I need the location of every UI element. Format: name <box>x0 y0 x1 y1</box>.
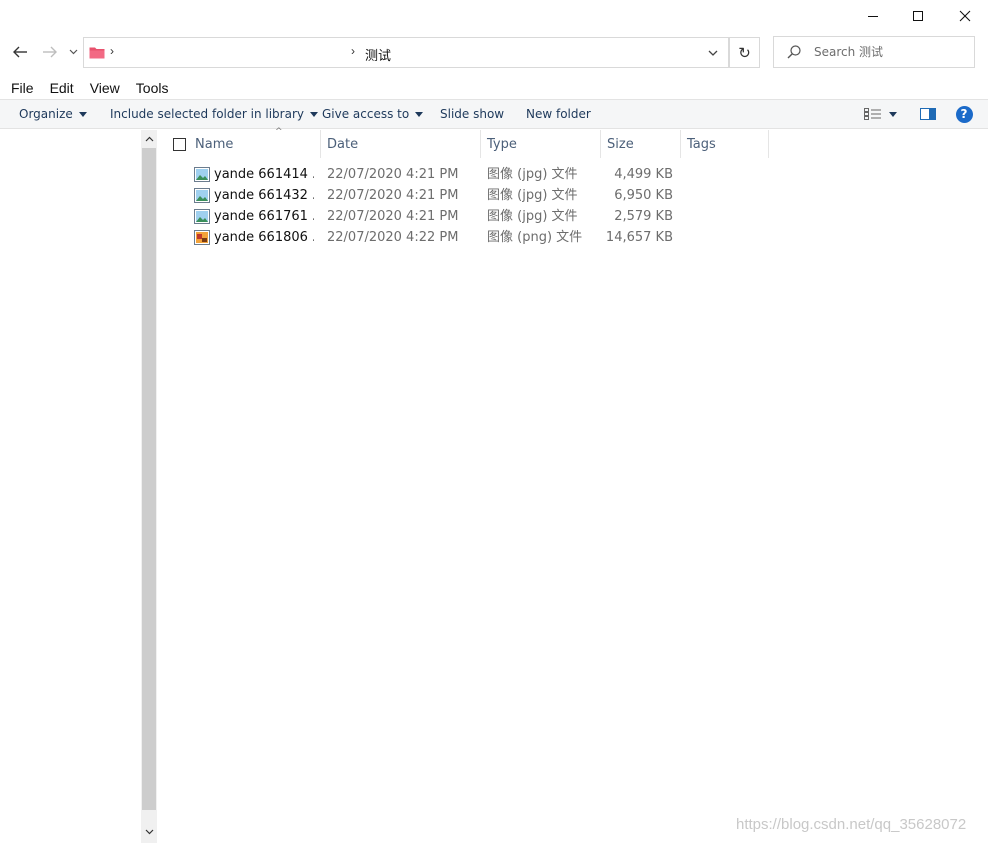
file-name: yande 661806 ... <box>214 230 314 245</box>
slide-show-label: Slide show <box>440 107 505 121</box>
jpg-image-icon <box>194 167 210 182</box>
organize-label: Organize <box>19 107 73 121</box>
preview-pane-icon <box>920 108 936 120</box>
jpg-image-icon <box>194 188 210 203</box>
address-bar[interactable]: › › 测试 <box>83 37 729 68</box>
column-type-label: Type <box>487 136 517 152</box>
minimize-button[interactable] <box>850 0 896 32</box>
breadcrumb-separator[interactable]: › <box>110 44 114 58</box>
slide-show-button[interactable]: Slide show <box>440 100 504 128</box>
caret-down-icon <box>78 111 87 117</box>
file-row[interactable]: yande 661806 ... 22/07/2020 4:22 PM 图像 (… <box>157 227 988 248</box>
minimize-icon <box>868 16 878 17</box>
help-button[interactable]: ? <box>955 100 973 128</box>
file-type: 图像 (jpg) 文件 <box>487 209 578 224</box>
file-name: yande 661414 ... <box>214 167 314 182</box>
forward-button[interactable] <box>38 40 62 64</box>
file-size: 14,657 KB <box>605 230 673 245</box>
breadcrumb-separator[interactable]: › <box>351 44 355 58</box>
column-tags[interactable]: Tags <box>681 130 769 158</box>
search-input[interactable] <box>814 43 964 61</box>
recent-locations-button[interactable] <box>66 40 80 64</box>
search-box[interactable] <box>773 36 975 68</box>
caret-down-icon <box>889 111 897 117</box>
file-row[interactable]: yande 661432 ... 22/07/2020 4:21 PM 图像 (… <box>157 185 988 206</box>
file-size: 2,579 KB <box>614 209 673 224</box>
arrow-left-icon <box>13 46 27 58</box>
navigation-scrollbar-thumb[interactable] <box>142 148 156 810</box>
chevron-up-icon <box>145 136 153 142</box>
file-type: 图像 (jpg) 文件 <box>487 167 578 182</box>
scroll-down-button[interactable] <box>141 823 157 841</box>
new-folder-label: New folder <box>526 107 591 121</box>
column-size[interactable]: Size <box>601 130 681 158</box>
preview-pane-button[interactable] <box>919 100 937 128</box>
menu-tools[interactable]: Tools <box>120 78 169 98</box>
chevron-down-icon <box>708 50 718 56</box>
caret-down-icon <box>415 111 424 117</box>
back-button[interactable] <box>8 40 32 64</box>
scroll-up-button[interactable] <box>141 130 157 148</box>
file-size: 6,950 KB <box>614 188 673 203</box>
menu-view[interactable]: View <box>74 78 120 98</box>
change-view-button[interactable] <box>864 100 897 128</box>
column-type[interactable]: Type <box>481 130 601 158</box>
give-access-label: Give access to <box>322 107 410 121</box>
column-date[interactable]: Date <box>321 130 481 158</box>
column-name-label: Name <box>195 136 234 152</box>
close-button[interactable] <box>942 0 988 32</box>
organize-button[interactable]: Organize <box>19 100 87 128</box>
file-rows: yande 661414 ... 22/07/2020 4:21 PM 图像 (… <box>157 164 988 248</box>
file-size: 4,499 KB <box>614 167 673 182</box>
maximize-button[interactable] <box>895 0 941 32</box>
address-history-button[interactable] <box>702 42 724 64</box>
file-date: 22/07/2020 4:21 PM <box>327 209 459 224</box>
column-size-label: Size <box>607 136 634 152</box>
folder-icon <box>89 47 105 59</box>
file-row[interactable]: yande 661761 ... 22/07/2020 4:21 PM 图像 (… <box>157 206 988 227</box>
menu-bar: File Edit View Tools <box>0 78 988 98</box>
refresh-button[interactable]: ↻ <box>729 37 760 68</box>
file-type: 图像 (jpg) 文件 <box>487 188 578 203</box>
file-row[interactable]: yande 661414 ... 22/07/2020 4:21 PM 图像 (… <box>157 164 988 185</box>
close-icon <box>959 10 971 22</box>
search-icon <box>787 45 801 59</box>
help-icon: ? <box>955 105 973 123</box>
watermark: https://blog.csdn.net/qq_35628072 <box>736 816 967 833</box>
menu-edit[interactable]: Edit <box>34 78 74 98</box>
details-view-icon <box>864 108 881 120</box>
file-date: 22/07/2020 4:22 PM <box>327 230 459 245</box>
select-all-checkbox[interactable] <box>173 138 186 151</box>
chevron-down-icon <box>145 829 153 835</box>
chevron-down-icon <box>69 49 77 55</box>
new-folder-button[interactable]: New folder <box>526 100 591 128</box>
include-in-library-button[interactable]: Include selected folder in library <box>110 100 318 128</box>
column-name[interactable]: ^ Name <box>189 127 321 158</box>
file-date: 22/07/2020 4:21 PM <box>327 167 459 182</box>
file-name: yande 661432 ... <box>214 188 314 203</box>
column-tags-label: Tags <box>687 136 716 152</box>
file-name: yande 661761 ... <box>214 209 314 224</box>
include-label: Include selected folder in library <box>110 107 304 121</box>
png-image-icon <box>194 230 210 245</box>
file-list: ^ Name Date Type Size Tags yande 661414 … <box>157 127 988 843</box>
jpg-image-icon <box>194 209 210 224</box>
title-bar <box>0 0 988 32</box>
column-header-row: ^ Name Date Type Size Tags <box>157 127 988 158</box>
caret-down-icon <box>309 111 318 117</box>
file-date: 22/07/2020 4:21 PM <box>327 188 459 203</box>
column-date-label: Date <box>327 136 359 152</box>
refresh-icon: ↻ <box>738 44 751 62</box>
give-access-button[interactable]: Give access to <box>322 100 424 128</box>
sort-ascending-icon: ^ <box>275 127 283 137</box>
file-type: 图像 (png) 文件 <box>487 230 583 245</box>
menu-file[interactable]: File <box>0 78 34 98</box>
maximize-icon <box>913 11 923 21</box>
command-bar: Organize Include selected folder in libr… <box>0 99 988 129</box>
breadcrumb-current-folder[interactable]: 测试 <box>365 45 391 64</box>
arrow-right-icon <box>43 46 57 58</box>
navigation-row: › › 测试 ↻ <box>0 34 988 70</box>
navigation-pane[interactable] <box>0 130 141 843</box>
